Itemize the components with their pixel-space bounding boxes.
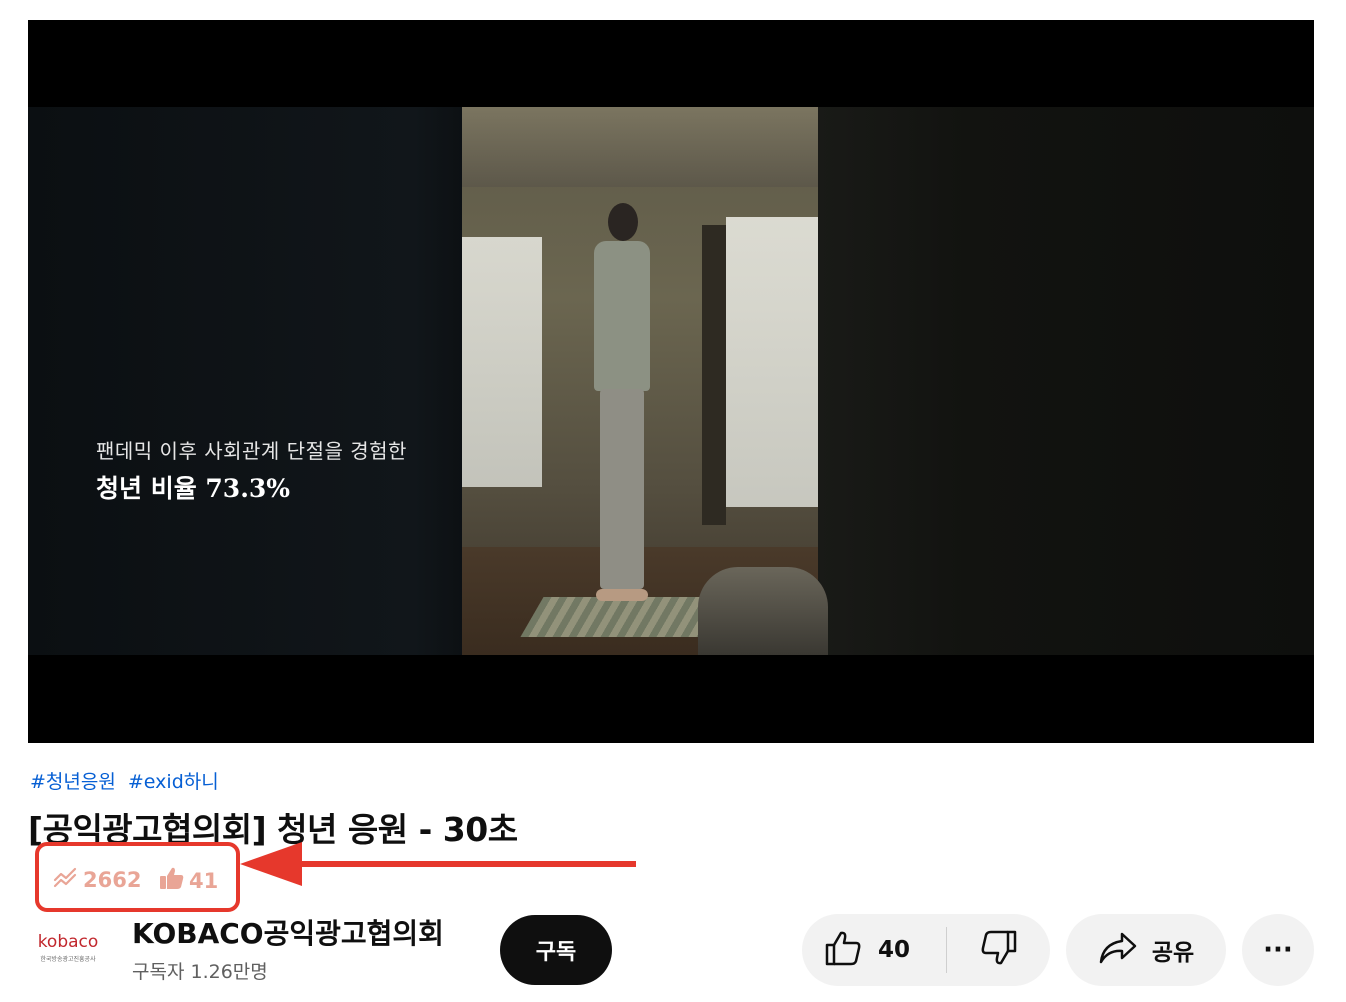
channel-avatar[interactable]: kobaco 한국방송광고진흥공사 (28, 917, 108, 977)
likes-stat: 41 (159, 866, 218, 895)
video-caption-line1: 팬데믹 이후 사회관계 단절을 경험한 (96, 439, 407, 463)
subscriber-count: 구독자 1.26만명 (132, 961, 268, 983)
channel-name[interactable]: KOBACO공익광고협의회 (132, 912, 444, 952)
thumbs-up-icon (159, 866, 189, 895)
subscribe-button[interactable]: 구독 (500, 915, 612, 985)
video-frame: 팬데믹 이후 사회관계 단절을 경험한 청년 비율 73.3% (28, 107, 1314, 655)
more-button[interactable]: ··· (1242, 914, 1314, 986)
hashtag-link[interactable]: #exid하니 (128, 771, 219, 793)
dislike-button[interactable] (947, 914, 1050, 986)
person-figure (590, 203, 654, 613)
door-shadow (818, 107, 1314, 655)
like-dislike-group: 40 (802, 914, 1050, 986)
likes-count: 41 (189, 868, 219, 893)
like-count: 40 (878, 937, 911, 963)
more-icon: ··· (1263, 935, 1293, 965)
share-button[interactable]: 공유 (1066, 914, 1226, 986)
hashtag-link[interactable]: #청년응원 (30, 771, 116, 793)
video-player[interactable]: 팬데믹 이후 사회관계 단절을 경험한 청년 비율 73.3% (28, 20, 1314, 743)
video-caption-line2: 청년 비율 73.3% (96, 474, 291, 503)
bed (698, 567, 828, 655)
window-right (726, 217, 818, 507)
like-icon (824, 930, 862, 970)
window-left (462, 237, 542, 487)
share-label: 공유 (1151, 940, 1195, 966)
pointer-arrow (240, 842, 636, 886)
trending-icon (53, 866, 83, 893)
views-count: 2662 (83, 867, 142, 892)
views-stat: 2662 (53, 866, 141, 893)
hashtags: #청년응원 #exid하니 (30, 767, 225, 794)
kobaco-logo: kobaco (37, 931, 99, 952)
like-button[interactable]: 40 (802, 914, 944, 986)
dislike-icon (980, 930, 1018, 970)
stats-highlight-box: 2662 41 (35, 842, 240, 912)
share-icon (1098, 931, 1138, 969)
kobaco-logo-subtext: 한국방송광고진흥공사 (40, 955, 96, 963)
